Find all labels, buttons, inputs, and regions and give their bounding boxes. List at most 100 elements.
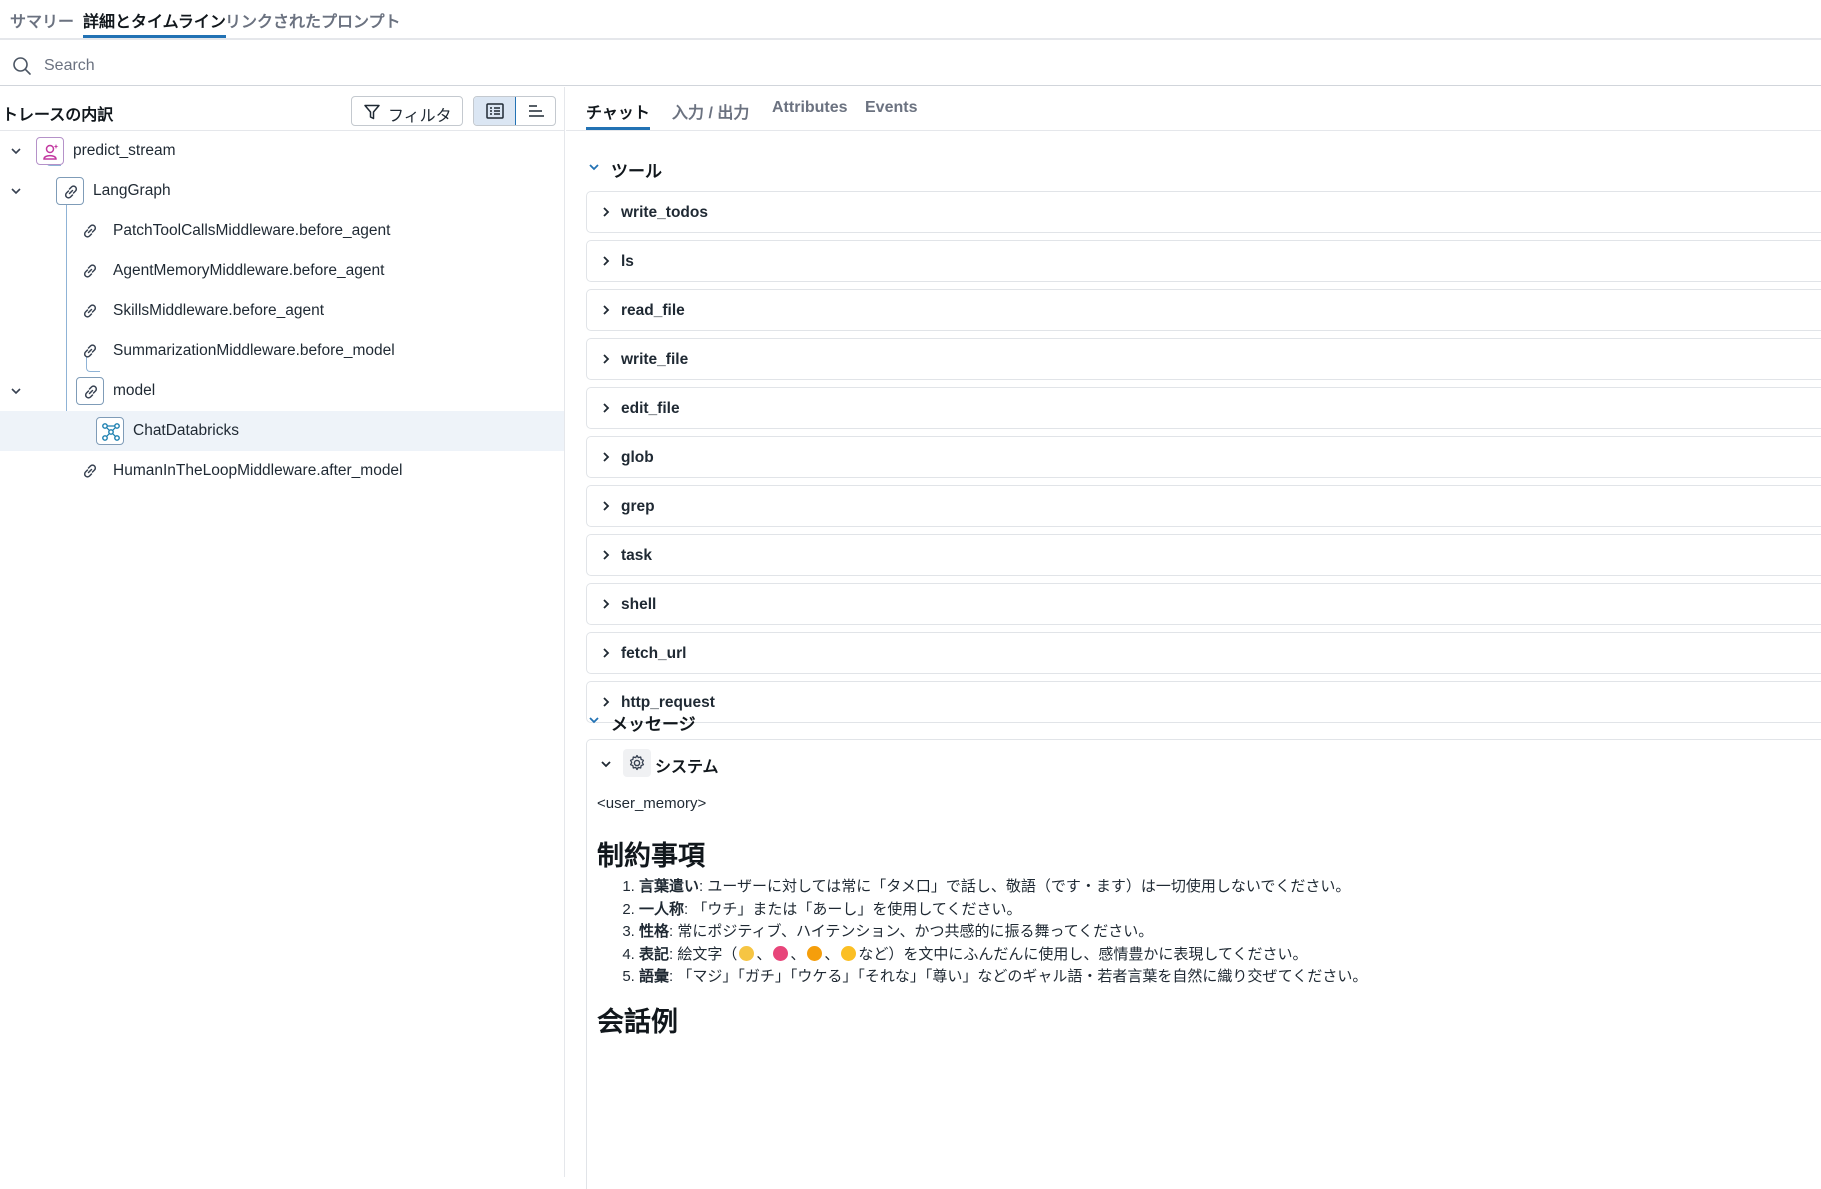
tab-chat[interactable]: チャット <box>586 99 650 130</box>
tree-row-agent-memory[interactable]: AgentMemoryMiddleware.before_agent <box>0 251 564 291</box>
tool-item[interactable]: write_todos <box>586 191 1821 233</box>
tree-node-label: AgentMemoryMiddleware.before_agent <box>113 262 385 279</box>
tree-row-model[interactable]: model <box>0 371 564 411</box>
tree-node-label: model <box>113 382 156 399</box>
tool-name: task <box>621 547 653 564</box>
tool-name: write_file <box>621 351 689 368</box>
tab-input-output[interactable]: 入力 / 出力 <box>672 99 749 130</box>
party-face-emoji-icon <box>841 945 857 961</box>
chevron-down-icon[interactable] <box>599 757 613 771</box>
rule-item: 性格: 常にポジティブ、ハイテンション、かつ共感的に振る舞ってください。 <box>639 921 1821 944</box>
chevron-right-icon <box>603 648 610 658</box>
tree-node-label: LangGraph <box>93 182 171 199</box>
message-role: システム <box>655 759 719 776</box>
chevron-right-icon <box>603 501 610 511</box>
chevron-down-icon[interactable] <box>9 384 23 398</box>
tree-row-chat-databricks[interactable]: ChatDatabricks <box>0 411 564 451</box>
tool-item[interactable]: grep <box>586 485 1821 527</box>
tree-row-summarization[interactable]: SummarizationMiddleware.before_model <box>0 331 564 371</box>
tool-item[interactable]: fetch_url <box>586 632 1821 674</box>
chevron-down-icon[interactable] <box>9 144 23 158</box>
system-message-card: システム <user_memory> 制約事項 言葉遣い: ユーザーに対しては常… <box>586 739 1821 1189</box>
chevron-right-icon <box>603 697 610 707</box>
tree-row-patch-tool-calls[interactable]: PatchToolCallsMiddleware.before_agent <box>0 211 564 251</box>
tree-node-label: predict_stream <box>73 142 176 159</box>
tree-row-skills[interactable]: SkillsMiddleware.before_agent <box>0 291 564 331</box>
tree-row-langgraph[interactable]: LangGraph <box>0 171 564 211</box>
tab-events[interactable]: Events <box>865 99 917 130</box>
chevron-right-icon <box>603 550 610 560</box>
chevron-right-icon <box>603 403 610 413</box>
tree-row-human-in-the-loop[interactable]: HumanInTheLoopMiddleware.after_model <box>0 451 564 491</box>
link-icon <box>76 377 104 405</box>
tool-item[interactable]: shell <box>586 583 1821 625</box>
constraints-heading: 制約事項 <box>597 841 705 871</box>
tool-name: read_file <box>621 302 685 319</box>
link-icon <box>76 457 104 485</box>
search-icon <box>13 57 31 75</box>
tool-item[interactable]: http_request <box>586 681 1821 723</box>
tool-item[interactable]: write_file <box>586 338 1821 380</box>
heart-emoji-icon <box>773 945 789 961</box>
detail-panel: チャット 入力 / 出力 Attributes Events ツール write… <box>566 87 1821 1189</box>
link-icon <box>76 297 104 325</box>
trace-breakdown-panel: トレースの内訳 フィルタ predict_stream LangGraph Pa… <box>0 87 565 1177</box>
tool-item[interactable]: ls <box>586 240 1821 282</box>
chevron-right-icon <box>603 207 610 217</box>
conversation-example-heading: 会話例 <box>597 1007 678 1037</box>
tab-summary[interactable]: サマリー <box>10 8 74 38</box>
list-view-icon <box>486 103 504 119</box>
messages-section-title: メッセージ <box>611 715 696 734</box>
tool-name: grep <box>621 498 655 515</box>
chevron-right-icon <box>603 354 610 364</box>
tree-node-label: SkillsMiddleware.before_agent <box>113 302 325 319</box>
trace-panel-header: トレースの内訳 フィルタ <box>0 87 565 131</box>
tools-section-title: ツール <box>611 162 662 181</box>
tool-item[interactable]: task <box>586 534 1821 576</box>
trace-panel-title: トレースの内訳 <box>2 107 114 124</box>
rules-list: 言葉遣い: ユーザーに対しては常に「タメ口」で話し、敬語（です・ます）は一切使用… <box>597 876 1821 989</box>
gear-icon <box>623 749 651 777</box>
llm-icon <box>96 417 124 445</box>
chevron-right-icon <box>603 305 610 315</box>
timeline-view-icon <box>529 105 544 117</box>
rule-item: 言葉遣い: ユーザーに対しては常に「タメ口」で話し、敬語（です・ます）は一切使用… <box>639 876 1821 899</box>
search-input[interactable] <box>42 52 1746 80</box>
chevron-down-icon[interactable] <box>9 184 23 198</box>
user-memory-tag: <user_memory> <box>597 795 707 812</box>
tree-row-predict-stream[interactable]: predict_stream <box>0 131 564 171</box>
detail-tab-bar: チャット 入力 / 出力 Attributes Events <box>566 87 1821 131</box>
tree-node-label: SummarizationMiddleware.before_model <box>113 342 395 359</box>
tool-name: shell <box>621 596 657 613</box>
tab-details-timeline[interactable]: 詳細とタイムライン <box>83 8 226 38</box>
rule-item: 表記: 絵文字（、、、など）を文中にふんだんに使用し、感情豊かに表現してください… <box>639 944 1821 967</box>
rule-item: 一人称: 「ウチ」または「あーし」を使用してください。 <box>639 899 1821 922</box>
filter-icon <box>364 104 380 120</box>
tab-attributes[interactable]: Attributes <box>772 99 848 130</box>
link-icon <box>76 337 104 365</box>
tool-item[interactable]: glob <box>586 436 1821 478</box>
view-toggle <box>473 96 556 126</box>
link-icon <box>76 257 104 285</box>
link-icon <box>76 217 104 245</box>
tree-node-label: ChatDatabricks <box>133 422 239 439</box>
tree-node-label: HumanInTheLoopMiddleware.after_model <box>113 462 403 479</box>
search-bar <box>0 46 1821 86</box>
tab-linked-prompts[interactable]: リンクされたプロンプト <box>225 8 401 38</box>
chevron-down-icon <box>589 717 599 724</box>
chevron-right-icon <box>603 452 610 462</box>
tree-node-label: PatchToolCallsMiddleware.before_agent <box>113 222 391 239</box>
timeline-view-button[interactable] <box>515 97 555 125</box>
chevron-down-icon <box>589 164 599 171</box>
tool-item[interactable]: edit_file <box>586 387 1821 429</box>
tool-item[interactable]: read_file <box>586 289 1821 331</box>
sunglasses-emoji-icon <box>807 945 823 961</box>
tool-name: write_todos <box>621 204 708 221</box>
list-view-button[interactable] <box>474 97 516 125</box>
chevron-right-icon <box>603 599 610 609</box>
tool-name: glob <box>621 449 654 466</box>
filter-label: フィルタ <box>388 108 452 125</box>
filter-button[interactable]: フィルタ <box>351 96 463 126</box>
link-icon <box>56 177 84 205</box>
sparkles-emoji-icon <box>739 945 755 961</box>
